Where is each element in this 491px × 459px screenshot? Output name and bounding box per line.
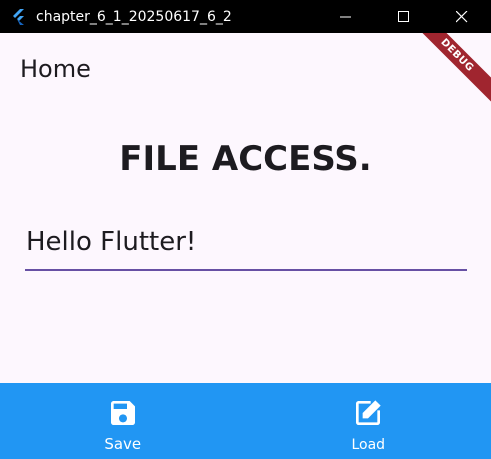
text-input-field[interactable]: Hello Flutter!	[25, 223, 467, 271]
flutter-logo-icon	[12, 8, 28, 25]
close-icon	[456, 10, 468, 22]
page-heading: FILE ACCESS.	[119, 139, 372, 179]
minimize-icon	[340, 16, 351, 17]
appbar-title: Home	[20, 55, 91, 83]
load-label: Load	[351, 437, 386, 453]
edit-open-icon	[350, 395, 386, 431]
load-button[interactable]: Load	[246, 383, 491, 459]
save-label: Save	[104, 435, 142, 453]
save-button[interactable]: Save	[0, 383, 246, 459]
save-icon	[105, 395, 141, 431]
minimize-button[interactable]	[317, 0, 375, 33]
app-content: Home DEBUG FILE ACCESS. Hello Flutter!	[0, 33, 491, 383]
text-input-value[interactable]: Hello Flutter!	[26, 227, 196, 257]
debug-banner: DEBUG	[405, 33, 491, 107]
window-controls	[317, 0, 491, 33]
maximize-icon	[398, 10, 409, 22]
bottom-navigation-bar: Save Load	[0, 383, 491, 459]
close-button[interactable]	[433, 0, 491, 33]
window-titlebar: chapter_6_1_20250617_6_2	[0, 0, 491, 33]
window-title: chapter_6_1_20250617_6_2	[36, 8, 232, 25]
maximize-button[interactable]	[375, 0, 433, 33]
